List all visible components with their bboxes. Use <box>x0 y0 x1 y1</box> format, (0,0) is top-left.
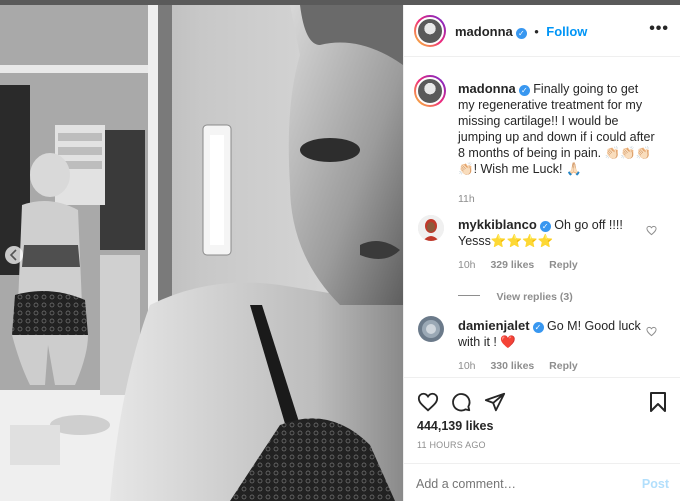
post-side-panel: madonna ✓ • Follow ••• madonna ✓ Finally g… <box>403 5 680 501</box>
commenter-avatar[interactable] <box>418 215 444 241</box>
comment-likes[interactable]: 330 likes <box>490 360 534 372</box>
author-avatar[interactable] <box>414 15 446 47</box>
view-replies-label[interactable]: View replies (3) <box>496 291 572 303</box>
reply-button[interactable]: Reply <box>549 360 578 372</box>
replies-line <box>458 295 480 297</box>
view-replies[interactable]: View replies (3) <box>458 287 573 305</box>
commenter-avatar[interactable] <box>418 316 444 342</box>
comment-time: 10h <box>458 360 476 372</box>
verified-badge-icon: ✓ <box>518 85 530 96</box>
follow-button[interactable]: Follow <box>546 24 587 39</box>
dot-separator: • <box>534 24 539 39</box>
like-comment-heart-icon[interactable] <box>646 326 657 337</box>
like-heart-icon[interactable] <box>417 391 439 413</box>
comment-likes[interactable]: 329 likes <box>490 259 534 271</box>
verified-badge-icon: ✓ <box>532 322 544 333</box>
comment-1: mykkiblanco ✓ Oh go off !!!! Yesss⭐⭐⭐⭐ 10… <box>458 217 648 271</box>
verified-badge-icon: ✓ <box>515 28 527 39</box>
comment-username[interactable]: damienjalet <box>458 318 530 333</box>
caption-meta: 11h <box>458 193 658 205</box>
add-comment-bar: Post <box>404 463 680 501</box>
comment-input[interactable] <box>414 473 618 495</box>
post-timestamp: 11 HOURS AGO <box>417 440 486 450</box>
comment-username[interactable]: mykkiblanco <box>458 217 537 232</box>
post-comment-button[interactable]: Post <box>642 477 669 491</box>
header-user: madonna ✓ • Follow <box>455 23 587 41</box>
caption-avatar[interactable] <box>414 75 446 107</box>
save-bookmark-icon[interactable] <box>649 391 667 413</box>
caption-time: 11h <box>458 193 475 205</box>
post-photo[interactable] <box>0 5 403 501</box>
comment-bubble-icon[interactable] <box>450 391 472 413</box>
photo-illustration <box>0 5 403 501</box>
comment-meta: 10h 329 likes Reply <box>458 259 648 271</box>
more-options-icon[interactable]: ••• <box>649 20 669 38</box>
share-paper-plane-icon[interactable] <box>484 391 506 413</box>
comment-time: 10h <box>458 259 476 271</box>
comments-section: madonna ✓ Finally going to get my regener… <box>404 57 680 377</box>
verified-badge-icon: ✓ <box>539 221 551 232</box>
caption-username[interactable]: madonna <box>458 81 516 96</box>
comment-meta: 10h 330 likes Reply <box>458 360 648 372</box>
reply-button[interactable]: Reply <box>549 259 578 271</box>
likes-count[interactable]: 444,139 likes <box>417 419 493 433</box>
author-username[interactable]: madonna <box>455 24 513 39</box>
comment-2: damienjalet ✓ Go M! Good luck with it ! ❤… <box>458 318 648 372</box>
like-comment-heart-icon[interactable] <box>646 225 657 236</box>
post-header: madonna ✓ • Follow ••• <box>404 5 680 57</box>
caption-text: Finally going to get my regenerative tre… <box>458 82 655 176</box>
caption: madonna ✓ Finally going to get my regener… <box>458 81 658 205</box>
